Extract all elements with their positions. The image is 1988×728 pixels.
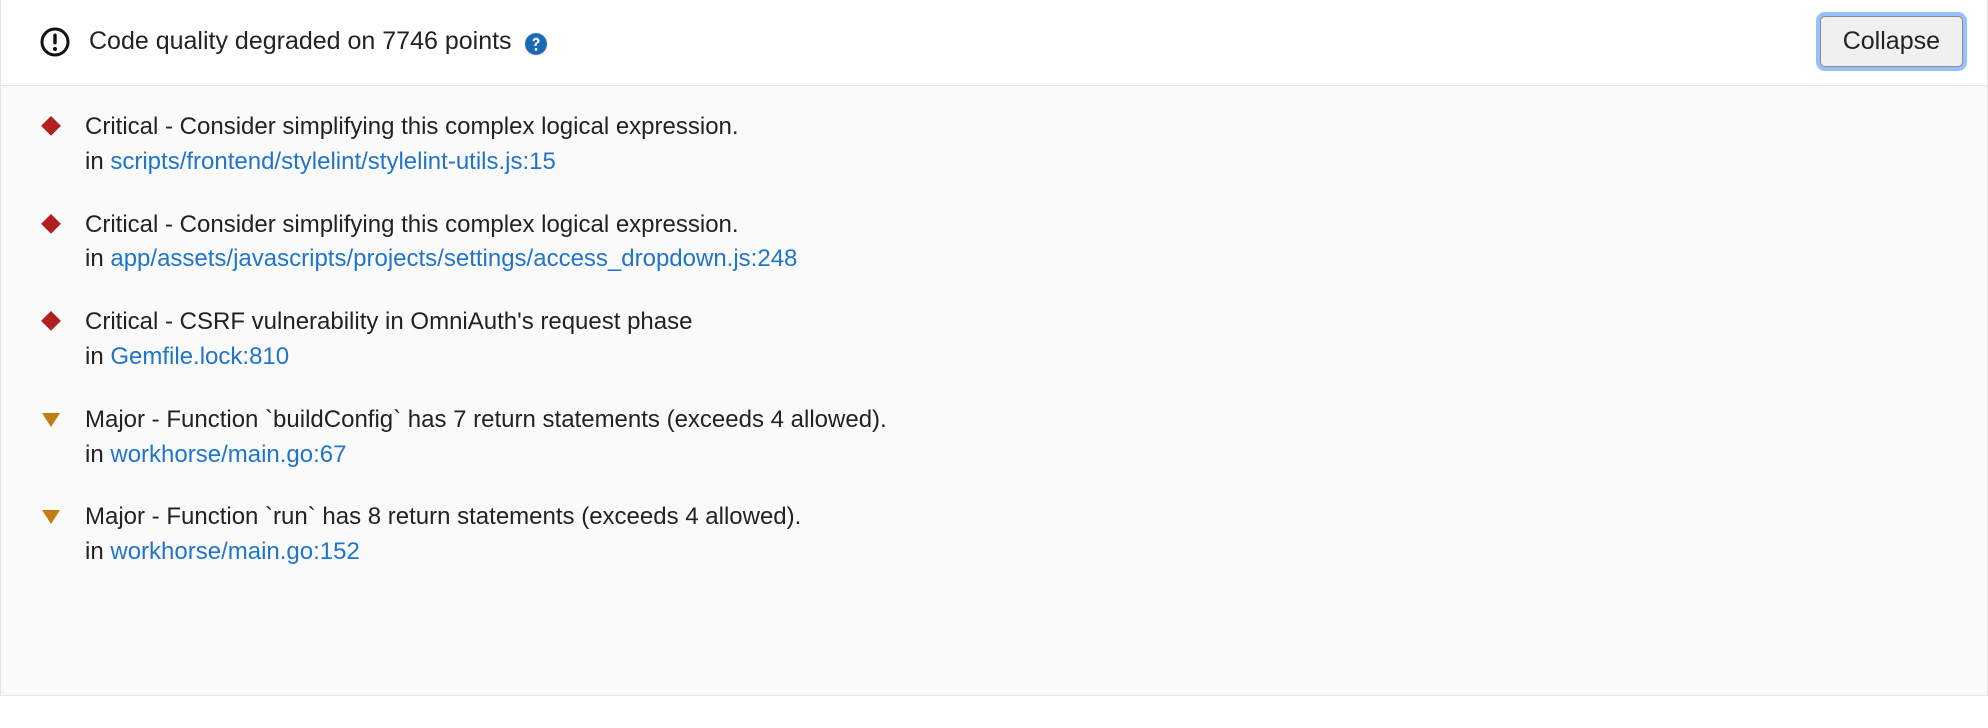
issue-location: in scripts/frontend/stylelint/stylelint-… bbox=[85, 145, 739, 180]
issue-text: Critical - CSRF vulnerability in OmniAut… bbox=[85, 305, 692, 375]
issue-message: Major - Function `run` has 8 return stat… bbox=[85, 500, 801, 535]
issue-text: Critical - Consider simplifying this com… bbox=[85, 110, 739, 180]
issue-row: Major - Function `run` has 8 return stat… bbox=[41, 500, 1947, 570]
issue-location: in workhorse/main.go:67 bbox=[85, 438, 887, 473]
issue-text: Critical - Consider simplifying this com… bbox=[85, 208, 797, 278]
panel-title: Code quality degraded on 7746 points bbox=[89, 27, 512, 56]
severity-critical-icon bbox=[41, 116, 61, 136]
issue-message: Critical - Consider simplifying this com… bbox=[85, 208, 797, 243]
issue-location: in Gemfile.lock:810 bbox=[85, 340, 692, 375]
panel-header: Code quality degraded on 7746 points Col… bbox=[1, 0, 1987, 85]
issue-row: Critical - Consider simplifying this com… bbox=[41, 110, 1947, 180]
file-link[interactable]: workhorse/main.go:152 bbox=[110, 538, 359, 565]
issue-row: Major - Function `buildConfig` has 7 ret… bbox=[41, 403, 1947, 473]
issue-message: Critical - Consider simplifying this com… bbox=[85, 110, 739, 145]
issue-location: in workhorse/main.go:152 bbox=[85, 535, 801, 570]
file-link[interactable]: workhorse/main.go:67 bbox=[110, 441, 346, 468]
file-link[interactable]: app/assets/javascripts/projects/settings… bbox=[110, 245, 797, 272]
issue-message: Critical - CSRF vulnerability in OmniAut… bbox=[85, 305, 692, 340]
issue-message: Major - Function `buildConfig` has 7 ret… bbox=[85, 403, 887, 438]
file-link[interactable]: Gemfile.lock:810 bbox=[110, 343, 289, 370]
in-label: in bbox=[85, 148, 110, 175]
issue-text: Major - Function `run` has 8 return stat… bbox=[85, 500, 801, 570]
in-label: in bbox=[85, 343, 110, 370]
in-label: in bbox=[85, 441, 110, 468]
severity-major-icon bbox=[41, 506, 61, 526]
code-quality-panel: Code quality degraded on 7746 points Col… bbox=[0, 0, 1988, 696]
scroll-filler bbox=[41, 598, 1947, 695]
help-icon[interactable] bbox=[524, 32, 548, 56]
status-warning-icon bbox=[39, 26, 71, 58]
issue-location: in app/assets/javascripts/projects/setti… bbox=[85, 242, 797, 277]
in-label: in bbox=[85, 245, 110, 272]
severity-critical-icon bbox=[41, 311, 61, 331]
issue-row: Critical - Consider simplifying this com… bbox=[41, 208, 1947, 278]
severity-major-icon bbox=[41, 409, 61, 429]
file-link[interactable]: scripts/frontend/stylelint/stylelint-uti… bbox=[110, 148, 556, 175]
in-label: in bbox=[85, 538, 110, 565]
issue-row: Critical - CSRF vulnerability in OmniAut… bbox=[41, 305, 1947, 375]
severity-critical-icon bbox=[41, 214, 61, 234]
collapse-button[interactable]: Collapse bbox=[1820, 16, 1963, 67]
issue-text: Major - Function `buildConfig` has 7 ret… bbox=[85, 403, 887, 473]
issues-list[interactable]: Critical - Consider simplifying this com… bbox=[1, 85, 1987, 695]
